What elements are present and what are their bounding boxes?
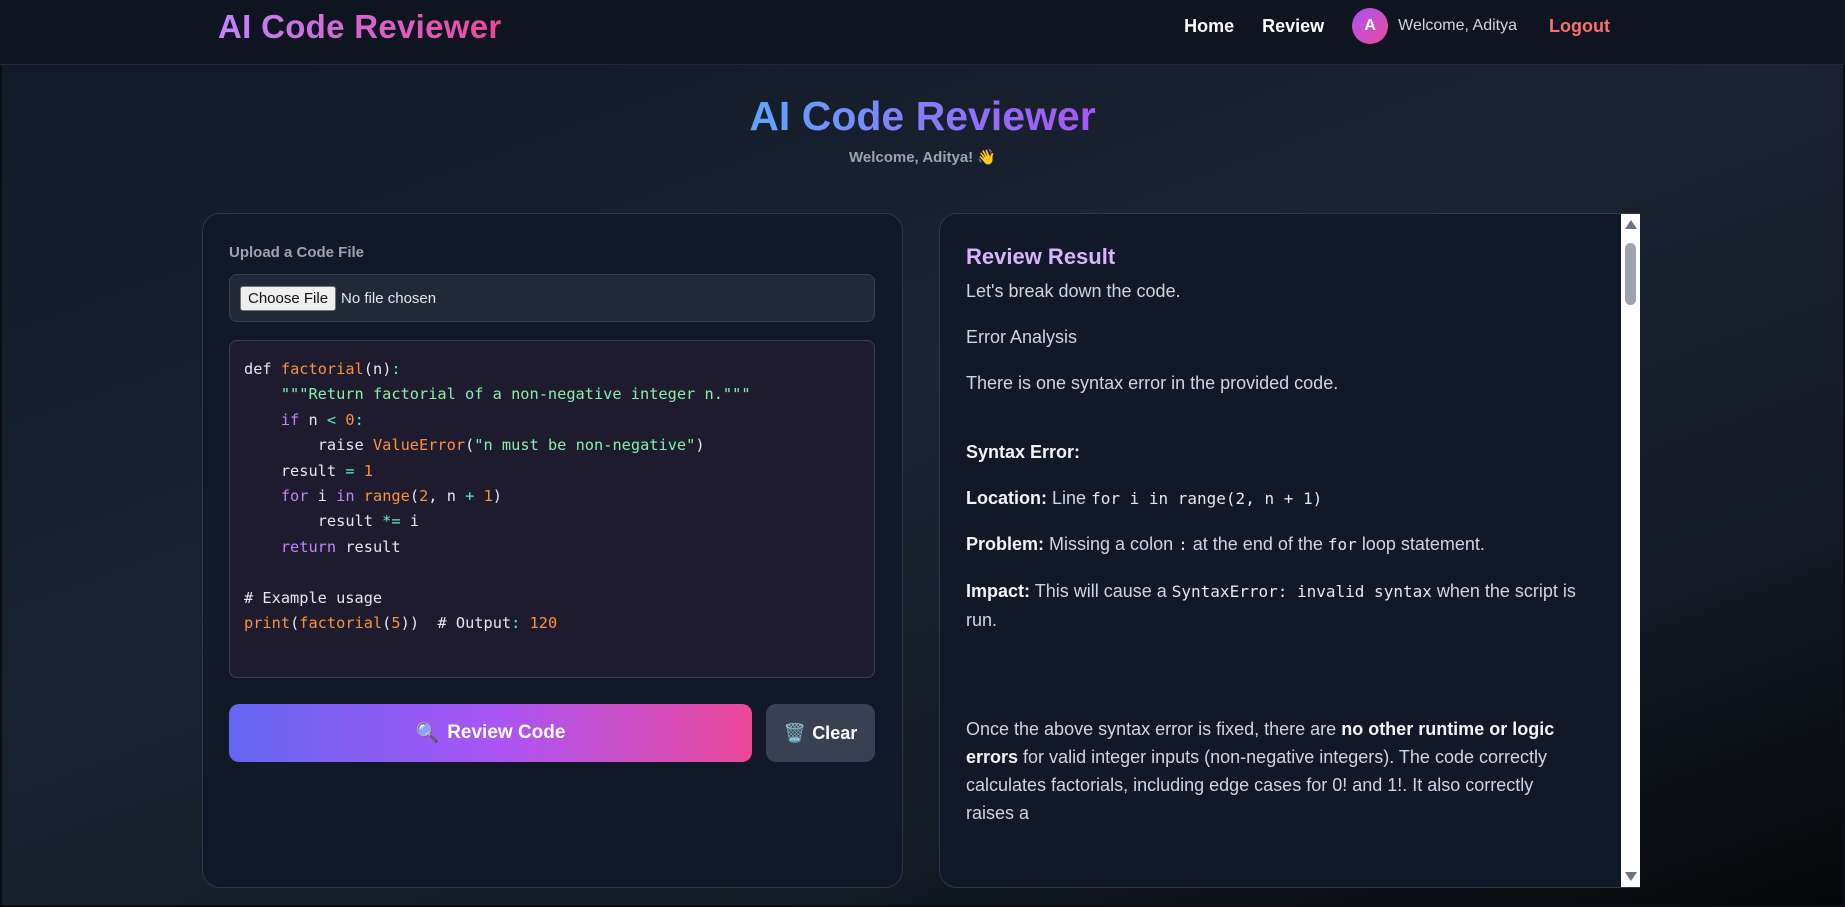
code-line: return result [280, 537, 401, 556]
choose-file-button[interactable]: Choose File [240, 285, 337, 311]
trash-icon: 🗑️ [783, 722, 807, 743]
logout-link[interactable]: Logout [1549, 16, 1610, 37]
code-line: if n < 0: [280, 410, 364, 429]
review-code-label: Review Code [447, 722, 566, 743]
result-conclusion: Once the above syntax error is fixed, th… [966, 719, 1555, 823]
code-line: """Return factorial of a non-negative in… [280, 385, 751, 404]
nav-welcome-text: Welcome, Aditya [1398, 17, 1518, 34]
clear-button[interactable]: 🗑️ Clear [766, 704, 875, 762]
search-icon: 🔍 [415, 723, 440, 744]
result-summary: There is one syntax error in the provide… [966, 373, 1339, 393]
brand-logo[interactable]: AI Code Reviewer [218, 8, 502, 46]
nav-review-link[interactable]: Review [1262, 16, 1324, 37]
file-status: No file chosen [341, 289, 437, 307]
code-input-panel: Upload a Code File Choose File No file c… [202, 213, 903, 888]
nav-home-link[interactable]: Home [1184, 16, 1234, 37]
review-code-button[interactable]: 🔍 Review Code [229, 704, 752, 762]
result-intro: Let's break down the code. [966, 281, 1181, 301]
nav-right: Home Review A Welcome, Aditya Logout [1184, 7, 1610, 45]
result-scrollbar[interactable] [1621, 214, 1640, 887]
code-line: for i in range(2, n + 1) [280, 487, 503, 506]
review-result-title: Review Result [966, 244, 1116, 269]
file-input[interactable]: Choose File No file chosen [229, 274, 875, 322]
code-line: def factorial(n): [244, 360, 401, 378]
code-line: result *= i [317, 512, 420, 531]
clear-label: Clear [812, 722, 858, 743]
code-line: raise ValueError("n must be non-negative… [317, 436, 705, 455]
upload-label: Upload a Code File [229, 244, 365, 261]
result-problem: Problem: Missing a colon : at the end of… [966, 534, 1485, 554]
scroll-down-arrow-icon[interactable] [1625, 872, 1637, 881]
code-line: # Example usage [244, 588, 383, 607]
result-analysis-heading: Error Analysis [966, 327, 1078, 347]
scroll-up-arrow-icon[interactable] [1625, 220, 1637, 229]
avatar: A [1352, 8, 1389, 44]
result-impact: Impact: This will cause a SyntaxError: i… [966, 581, 1576, 630]
scroll-thumb[interactable] [1625, 243, 1636, 305]
syntax-error-heading: Syntax Error: [966, 442, 1081, 462]
code-line: print(factorial(5)) # Output: 120 [244, 614, 558, 633]
result-location: Location: Line for i in range(2, n + 1) [966, 488, 1323, 508]
navbar: AI Code Reviewer Home Review A Welcome, … [0, 0, 1845, 65]
welcome-subtitle: Welcome, Aditya! 👋 [848, 149, 997, 166]
review-result-panel[interactable]: Review Result Let's break down the code.… [939, 213, 1640, 888]
code-editor[interactable]: def factorial(n): """Return factorial of… [229, 340, 875, 678]
page-title: AI Code Reviewer [749, 93, 1096, 139]
code-line: result = 1 [280, 461, 373, 480]
